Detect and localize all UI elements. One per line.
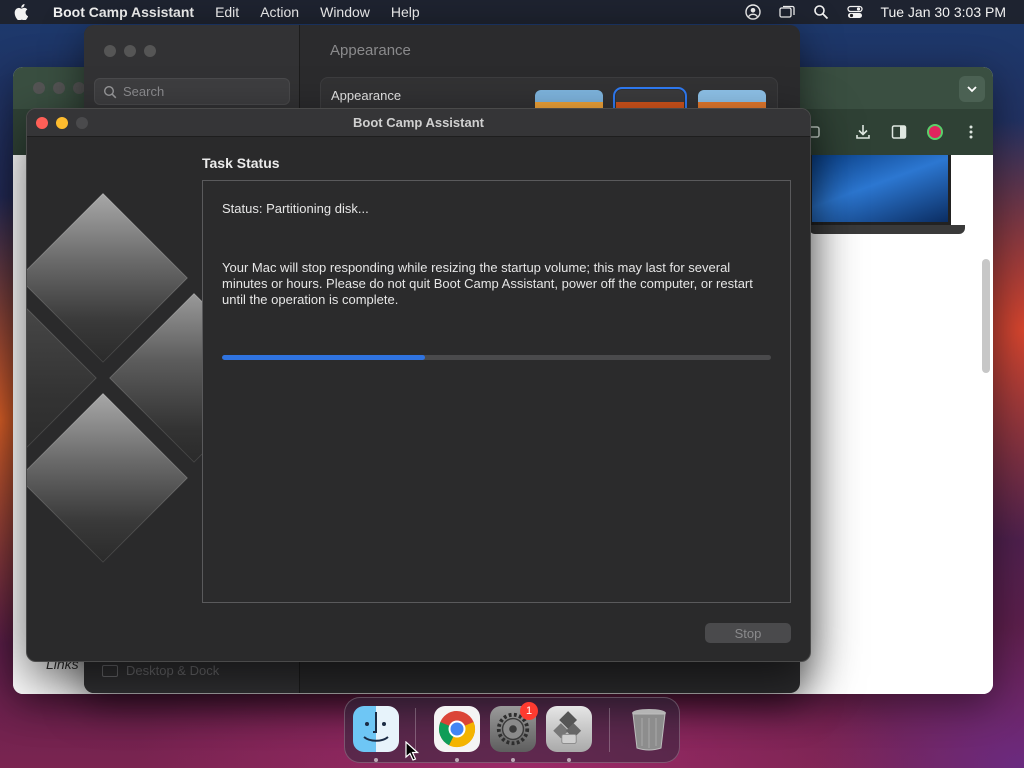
settings-search-input[interactable]: Search bbox=[94, 78, 290, 105]
boot-camp-title-bar[interactable]: Boot Camp Assistant bbox=[27, 109, 810, 137]
mouse-cursor-icon bbox=[405, 741, 419, 761]
menu-action[interactable]: Action bbox=[260, 4, 299, 20]
chrome-icon[interactable] bbox=[434, 706, 480, 752]
chrome-window-controls bbox=[33, 82, 85, 94]
trash-icon[interactable] bbox=[626, 706, 672, 752]
boot-camp-running-dot bbox=[567, 758, 571, 762]
screen-mirroring-icon[interactable] bbox=[770, 0, 804, 24]
control-center-icon[interactable] bbox=[838, 0, 872, 24]
boot-camp-logo bbox=[27, 137, 202, 661]
status-text: Status: Partitioning disk... bbox=[222, 201, 369, 216]
laptop-image bbox=[809, 155, 951, 225]
user-account-icon[interactable] bbox=[736, 0, 770, 24]
window-title: Boot Camp Assistant bbox=[353, 115, 484, 130]
finder-icon[interactable] bbox=[353, 706, 399, 752]
menu-clock[interactable]: Tue Jan 30 3:03 PM bbox=[880, 4, 1006, 20]
progress-bar bbox=[222, 355, 771, 360]
settings-notification-badge: 1 bbox=[520, 702, 538, 720]
sidebar-item-label: Desktop & Dock bbox=[126, 663, 220, 678]
progress-bar-fill bbox=[222, 355, 426, 360]
finder-running-dot bbox=[374, 758, 378, 762]
settings-window-controls bbox=[104, 45, 156, 57]
boot-camp-window: Boot Camp Assistant Task Status Status: … bbox=[26, 108, 811, 662]
page-scrollbar[interactable] bbox=[982, 259, 990, 373]
menu-window[interactable]: Window bbox=[320, 4, 370, 20]
menu-bar: Boot Camp Assistant Edit Action Window H… bbox=[0, 0, 1024, 24]
apple-menu-icon[interactable] bbox=[0, 4, 42, 20]
menu-edit[interactable]: Edit bbox=[215, 4, 239, 20]
warning-message: Your Mac will stop responding while resi… bbox=[222, 260, 753, 307]
search-icon bbox=[103, 85, 117, 98]
profile-avatar-icon[interactable] bbox=[925, 122, 945, 142]
task-status-panel: Status: Partitioning disk... Your Mac wi… bbox=[202, 180, 791, 603]
settings-page-title: Appearance bbox=[330, 42, 411, 59]
search-placeholder: Search bbox=[123, 84, 165, 99]
dock-separator bbox=[609, 708, 610, 752]
laptop-image-base bbox=[809, 225, 965, 234]
spotlight-search-icon[interactable] bbox=[804, 0, 838, 24]
desktop-dock-icon bbox=[102, 664, 118, 677]
task-status-heading: Task Status bbox=[202, 155, 280, 171]
stop-button[interactable]: Stop bbox=[705, 623, 791, 643]
chrome-menu-icon[interactable] bbox=[961, 122, 981, 142]
sidebar-item-desktop-dock[interactable]: Desktop & Dock bbox=[102, 663, 219, 678]
tab-search-chevron-icon[interactable] bbox=[959, 76, 985, 102]
menu-app-name[interactable]: Boot Camp Assistant bbox=[53, 4, 194, 20]
settings-running-dot bbox=[511, 758, 515, 762]
side-panel-icon[interactable] bbox=[889, 122, 909, 142]
appearance-label: Appearance bbox=[331, 88, 402, 103]
menu-help[interactable]: Help bbox=[391, 4, 420, 20]
download-icon[interactable] bbox=[853, 122, 873, 142]
dock: 1 bbox=[344, 697, 680, 763]
boot-camp-icon[interactable] bbox=[546, 706, 592, 752]
chrome-running-dot bbox=[455, 758, 459, 762]
